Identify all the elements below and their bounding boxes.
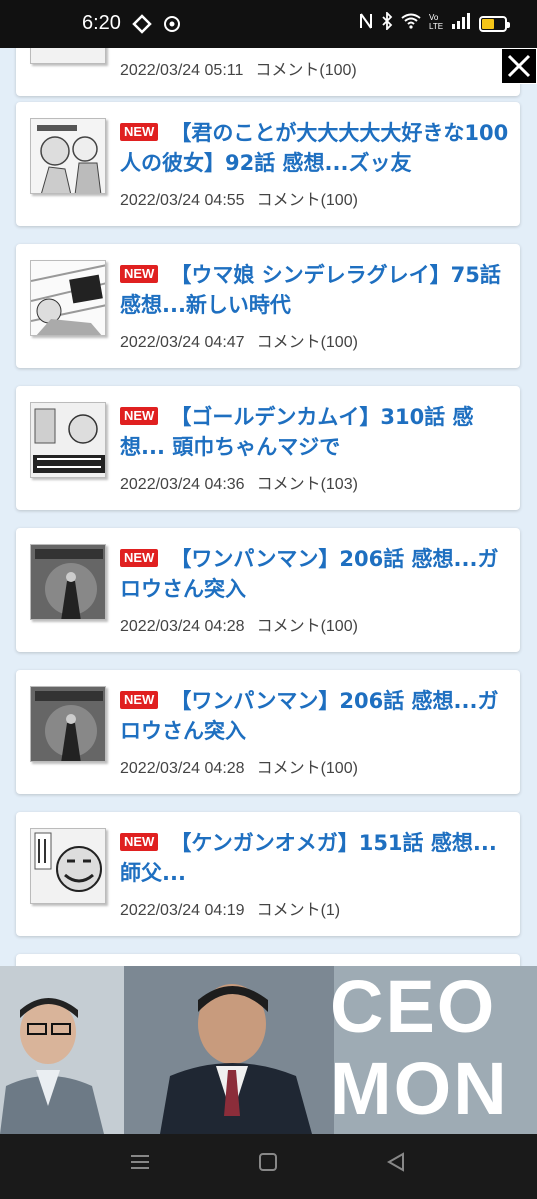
- wifi-icon: [401, 13, 421, 34]
- article-title[interactable]: NEW 【ワンパンマン】206話 感想...ガロウさん突入: [120, 686, 510, 746]
- article-thumbnail[interactable]: [30, 260, 106, 336]
- article-comments[interactable]: コメント(1): [257, 902, 341, 919]
- article-meta: 2022/03/24 04:28 コメント(100): [120, 612, 358, 636]
- article-date: 2022/03/24 04:28: [120, 618, 245, 635]
- article-thumbnail[interactable]: [30, 544, 106, 620]
- close-ad-button[interactable]: [501, 48, 537, 84]
- bluetooth-icon: [381, 10, 393, 35]
- article-title[interactable]: NEW 【ワンパンマン】206話 感想...ガロウさん突入: [120, 544, 510, 604]
- article-thumbnail[interactable]: [30, 118, 106, 194]
- menu-icon[interactable]: [130, 1152, 150, 1178]
- close-icon: [507, 54, 531, 78]
- status-time: 6:20: [82, 12, 121, 34]
- article-meta: 2022/03/24 04:28 コメント(100): [120, 754, 358, 778]
- volte-icon: Vo LTE: [429, 12, 443, 35]
- article-card[interactable]: NEW 【ワンパンマン】206話 感想...ガロウさん突入 2022/03/24 …: [16, 670, 520, 794]
- article-thumbnail[interactable]: [30, 686, 106, 762]
- ad-headline: CEO MON: [330, 966, 509, 1130]
- status-bar: 6:20 Vo LTE: [0, 0, 537, 48]
- signal-icon: [451, 12, 471, 35]
- article-title-text[interactable]: 【ウマ娘 シンデレラグレイ】75話 感想...新しい時代: [120, 263, 501, 317]
- article-date: 2022/03/24 04:36: [120, 476, 245, 493]
- battery-icon: [479, 15, 510, 32]
- article-date: 2022/03/24 04:28: [120, 760, 245, 777]
- article-meta: 2022/03/24 04:47 コメント(100): [120, 328, 358, 352]
- article-comments[interactable]: コメント(100): [257, 618, 358, 635]
- article-meta: 2022/03/24 04:19 コメント(1): [120, 896, 340, 920]
- article-card[interactable]: NEW 【君のことが大大大大大好きな100人の彼女】92話 感想...ズッ友 20…: [16, 102, 520, 226]
- article-comments[interactable]: コメント(103): [257, 476, 358, 493]
- article-title[interactable]: NEW 【君のことが大大大大大好きな100人の彼女】92話 感想...ズッ友: [120, 118, 510, 178]
- article-feed[interactable]: 2022/03/24 05:11 コメント(100) NEW 【君のことが大大大大大…: [0, 48, 537, 966]
- article-card[interactable]: 2022/03/24 05:11 コメント(100): [16, 48, 520, 96]
- article-card[interactable]: NEW 【ゴールデンカムイ】310話 感想... 頭巾ちゃんマジで 2022/03…: [16, 386, 520, 510]
- article-date: 2022/03/24 04:47: [120, 334, 245, 351]
- article-title[interactable]: NEW 【ウマ娘 シンデレラグレイ】75話 感想...新しい時代: [120, 260, 510, 320]
- article-thumbnail[interactable]: [30, 402, 106, 478]
- article-comments[interactable]: コメント(100): [255, 62, 356, 79]
- article-date: 2022/03/24 05:11: [120, 62, 244, 79]
- article-meta: 2022/03/24 04:36 コメント(103): [120, 470, 358, 494]
- article-title-text[interactable]: 【ワンパンマン】206話 感想...ガロウさん突入: [120, 547, 498, 601]
- new-badge: NEW: [120, 833, 159, 851]
- new-badge: NEW: [120, 123, 159, 141]
- article-meta: 2022/03/24 05:11 コメント(100): [120, 56, 357, 80]
- article-card[interactable]: NEW 【ケンガンオメガ】151話 感想... 師父... 2022/03/24 …: [16, 812, 520, 936]
- new-badge: NEW: [120, 549, 159, 567]
- app-notification-icon: [162, 14, 182, 39]
- new-badge: NEW: [120, 407, 159, 425]
- article-thumbnail[interactable]: [30, 48, 106, 64]
- new-badge: NEW: [120, 691, 159, 709]
- home-icon[interactable]: [258, 1152, 278, 1178]
- new-badge: NEW: [120, 265, 159, 283]
- notification-diamond-icon: [132, 14, 152, 39]
- article-title-text[interactable]: 【ワンパンマン】206話 感想...ガロウさん突入: [120, 689, 498, 743]
- article-title-text[interactable]: 【ゴールデンカムイ】310話 感想... 頭巾ちゃんマジで: [120, 405, 474, 459]
- system-nav-bar: [0, 1134, 537, 1199]
- article-card[interactable]: [16, 954, 520, 966]
- ad-banner[interactable]: CEO MON: [0, 966, 537, 1134]
- article-comments[interactable]: コメント(100): [257, 192, 358, 209]
- article-title[interactable]: NEW 【ゴールデンカムイ】310話 感想... 頭巾ちゃんマジで: [120, 402, 510, 462]
- back-icon[interactable]: [386, 1152, 406, 1178]
- article-title-text[interactable]: 【君のことが大大大大大好きな100人の彼女】92話 感想...ズッ友: [120, 121, 508, 175]
- article-comments[interactable]: コメント(100): [257, 334, 358, 351]
- article-date: 2022/03/24 04:19: [120, 902, 245, 919]
- article-meta: 2022/03/24 04:55 コメント(100): [120, 186, 358, 210]
- article-title-text[interactable]: 【ケンガンオメガ】151話 感想... 師父...: [120, 831, 497, 885]
- article-date: 2022/03/24 04:55: [120, 192, 245, 209]
- svg-text:Vo: Vo: [429, 13, 439, 22]
- nfc-icon: [359, 12, 373, 35]
- article-card[interactable]: NEW 【ウマ娘 シンデレラグレイ】75話 感想...新しい時代 2022/03/…: [16, 244, 520, 368]
- article-title[interactable]: NEW 【ケンガンオメガ】151話 感想... 師父...: [120, 828, 510, 888]
- article-comments[interactable]: コメント(100): [257, 760, 358, 777]
- svg-text:LTE: LTE: [429, 22, 443, 30]
- article-card[interactable]: NEW 【ワンパンマン】206話 感想...ガロウさん突入 2022/03/24 …: [16, 528, 520, 652]
- article-thumbnail[interactable]: [30, 828, 106, 904]
